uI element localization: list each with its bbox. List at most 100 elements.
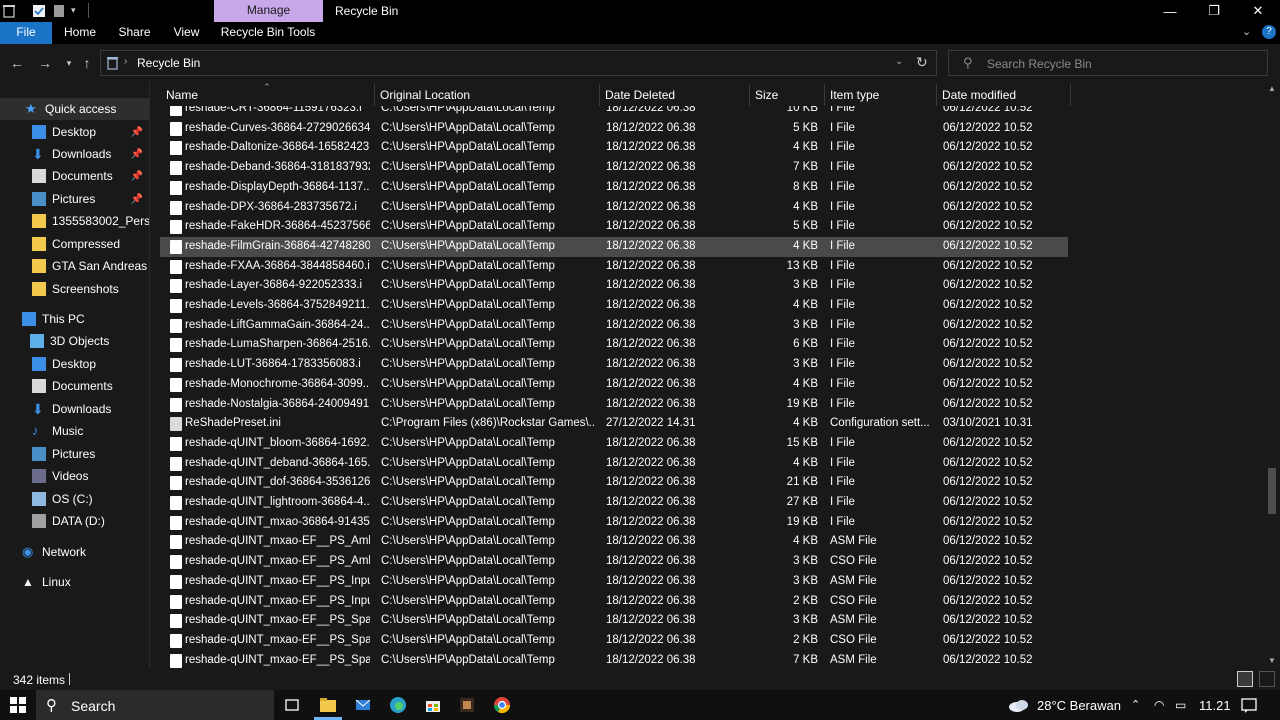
table-row[interactable]: reshade-qUINT_dof-36864-3536126... C:\Use… (160, 473, 1068, 493)
new-folder-icon[interactable] (53, 4, 67, 18)
column-divider[interactable] (936, 84, 937, 106)
weather-cloud-icon[interactable] (1007, 696, 1031, 714)
tab-file[interactable]: File (0, 22, 52, 44)
large-icons-view-icon[interactable] (1259, 671, 1275, 687)
column-header-date-deleted[interactable]: Date Deleted (605, 88, 675, 102)
forward-button[interactable]: → (36, 54, 54, 72)
column-divider[interactable] (1070, 84, 1071, 106)
details-view-icon[interactable] (1237, 671, 1253, 687)
refresh-icon[interactable]: ↻ (916, 54, 928, 71)
table-row[interactable]: reshade-LUT-36864-1783356083.i C:\Users\H… (160, 355, 1068, 375)
table-row[interactable]: reshade-Curves-36864-2729026634.i C:\User… (160, 119, 1068, 139)
pin-icon[interactable]: 📌 (131, 171, 143, 182)
address-history-chevron-icon[interactable]: ⌄ (895, 56, 903, 67)
table-row[interactable]: reshade-Daltonize-36864-16582423... C:\Us… (160, 138, 1068, 158)
address-bar[interactable]: › Recycle Bin ⌄ ↻ (100, 50, 937, 76)
sidebar-item-3d-objects[interactable]: 3D Objects (0, 330, 149, 352)
windows-start-icon[interactable] (9, 696, 27, 714)
table-row[interactable]: reshade-DPX-36864-283735672.i C:\Users\HP… (160, 198, 1068, 218)
table-row[interactable]: reshade-Monochrome-36864-3099... C:\Users… (160, 375, 1068, 395)
chrome-icon[interactable] (493, 696, 511, 714)
sidebar-item-gta-san-andreas[interactable]: GTA San Andreas (0, 255, 149, 277)
sidebar-item-os-c[interactable]: OS (C:) (0, 488, 149, 510)
sidebar-item-downloads[interactable]: ⬇ Downloads 📌 (0, 143, 149, 165)
column-divider[interactable] (599, 84, 600, 106)
sidebar-item-documents[interactable]: Documents 📌 (0, 165, 149, 187)
table-row[interactable]: reshade-qUINT_mxao-EF__PS_Spati... C:\Use… (160, 651, 1068, 668)
column-divider[interactable] (374, 84, 375, 106)
mail-icon[interactable] (354, 696, 372, 714)
table-row[interactable]: reshade-qUINT_mxao-EF__PS_Amb... C:\Users… (160, 532, 1068, 552)
table-row[interactable]: reshade-FakeHDR-36864-452375665.i C:\User… (160, 217, 1068, 237)
table-row[interactable]: reshade-Deband-36864-3181837932.i C:\User… (160, 158, 1068, 178)
table-row[interactable]: reshade-FilmGrain-36864-42748280... C:\Us… (160, 236, 1068, 257)
column-header-name[interactable]: Name (166, 88, 198, 102)
tab-view[interactable]: View (164, 22, 209, 44)
taskbar-clock[interactable]: 11.21 (1199, 698, 1231, 713)
close-button[interactable]: ✕ (1236, 0, 1280, 22)
table-row[interactable]: reshade-LumaSharpen-36864-2516... C:\User… (160, 335, 1068, 355)
game-app-icon[interactable] (458, 696, 476, 714)
column-divider[interactable] (824, 84, 825, 106)
file-explorer-icon[interactable] (319, 696, 337, 714)
tab-home[interactable]: Home (56, 22, 104, 44)
column-header-size[interactable]: Size (755, 88, 778, 102)
task-view-icon[interactable] (283, 696, 301, 714)
up-button[interactable]: ↑ (78, 54, 96, 72)
sidebar-item-screenshots[interactable]: Screenshots (0, 278, 149, 300)
sidebar-item-pc-documents[interactable]: Documents (0, 375, 149, 397)
sidebar-item-compressed[interactable]: Compressed (0, 233, 149, 255)
table-row[interactable]: reshade-qUINT_lightroom-36864-4... C:\Use… (160, 493, 1068, 513)
sidebar-item-pictures[interactable]: Pictures 📌 (0, 188, 149, 210)
table-row[interactable]: reshade-qUINT_mxao-EF__PS_Spati... C:\Use… (160, 611, 1068, 631)
breadcrumb-chevron-icon[interactable]: › (124, 56, 127, 67)
expand-ribbon-icon[interactable]: ⌄ (1242, 25, 1251, 38)
table-row[interactable]: reshade-Levels-36864-3752849211.i C:\User… (160, 296, 1068, 316)
store-icon[interactable] (424, 696, 442, 714)
help-icon[interactable]: ? (1262, 25, 1276, 39)
table-row[interactable]: reshade-qUINT_mxao-EF__PS_Amb... C:\Users… (160, 552, 1068, 572)
manage-contextual-tab[interactable]: Manage (214, 0, 323, 22)
pane-divider[interactable] (149, 82, 150, 668)
maximize-button[interactable]: ❐ (1192, 0, 1236, 22)
table-row[interactable]: ReShadePreset.ini C:\Program Files (x86)\… (160, 414, 1068, 434)
pin-icon[interactable]: 📌 (131, 127, 143, 138)
sidebar-item-this-pc[interactable]: This PC (0, 308, 149, 330)
table-row[interactable]: reshade-Nostalgia-36864-24009491... C:\Us… (160, 395, 1068, 415)
table-row[interactable]: reshade-qUINT_mxao-EF__PS_Spati... C:\Use… (160, 631, 1068, 651)
taskbar-search[interactable]: ⚲ Search (36, 690, 274, 720)
sidebar-item-pc-downloads[interactable]: ⬇ Downloads (0, 398, 149, 420)
table-row[interactable]: reshade-DisplayDepth-36864-1137... C:\Use… (160, 178, 1068, 198)
sidebar-item-pc-pictures[interactable]: Pictures (0, 443, 149, 465)
weather-text[interactable]: 28°C Berawan (1037, 698, 1121, 713)
show-hidden-icons-icon[interactable]: ⌃ (1131, 698, 1140, 711)
sidebar-item-quick-access[interactable]: ★ Quick access (0, 98, 149, 120)
scroll-down-icon[interactable]: ▼ (1268, 656, 1276, 665)
table-row[interactable]: reshade-qUINT_deband-36864-165... C:\User… (160, 454, 1068, 474)
sidebar-item-pc-desktop[interactable]: Desktop (0, 353, 149, 375)
battery-icon[interactable]: ▭ (1175, 698, 1186, 712)
properties-icon[interactable] (32, 4, 46, 18)
wifi-icon[interactable]: ◠ (1154, 698, 1164, 712)
table-row[interactable]: reshade-qUINT_mxao-EF__PS_Inpu... C:\User… (160, 572, 1068, 592)
sidebar-item-desktop[interactable]: Desktop 📌 (0, 121, 149, 143)
sidebar-item-data-d[interactable]: DATA (D:) (0, 510, 149, 532)
back-button[interactable]: ← (8, 54, 26, 72)
table-row[interactable]: reshade-LiftGammaGain-36864-24... C:\User… (160, 316, 1068, 336)
column-header-item-type[interactable]: Item type (830, 88, 879, 102)
column-header-date-modified[interactable]: Date modified (942, 88, 1016, 102)
sidebar-item-videos[interactable]: Videos (0, 465, 149, 487)
notifications-icon[interactable] (1240, 696, 1258, 714)
recent-locations-chevron-icon[interactable]: ▾ (60, 54, 78, 72)
minimize-button[interactable]: — (1148, 0, 1192, 22)
tab-recycle-bin-tools[interactable]: Recycle Bin Tools (218, 22, 318, 44)
table-row[interactable]: reshade-qUINT_mxao-36864-91435... C:\User… (160, 513, 1068, 533)
scroll-up-icon[interactable]: ▲ (1268, 84, 1276, 93)
column-header-original-location[interactable]: Original Location (380, 88, 470, 102)
column-divider[interactable] (749, 84, 750, 106)
sidebar-item-music[interactable]: ♪ Music (0, 420, 149, 442)
table-row[interactable]: reshade-FXAA-36864-3844858460.i C:\Users\… (160, 257, 1068, 277)
sidebar-item-network[interactable]: ◉ Network (0, 541, 149, 563)
breadcrumb[interactable]: Recycle Bin (137, 56, 200, 70)
tab-share[interactable]: Share (112, 22, 157, 44)
